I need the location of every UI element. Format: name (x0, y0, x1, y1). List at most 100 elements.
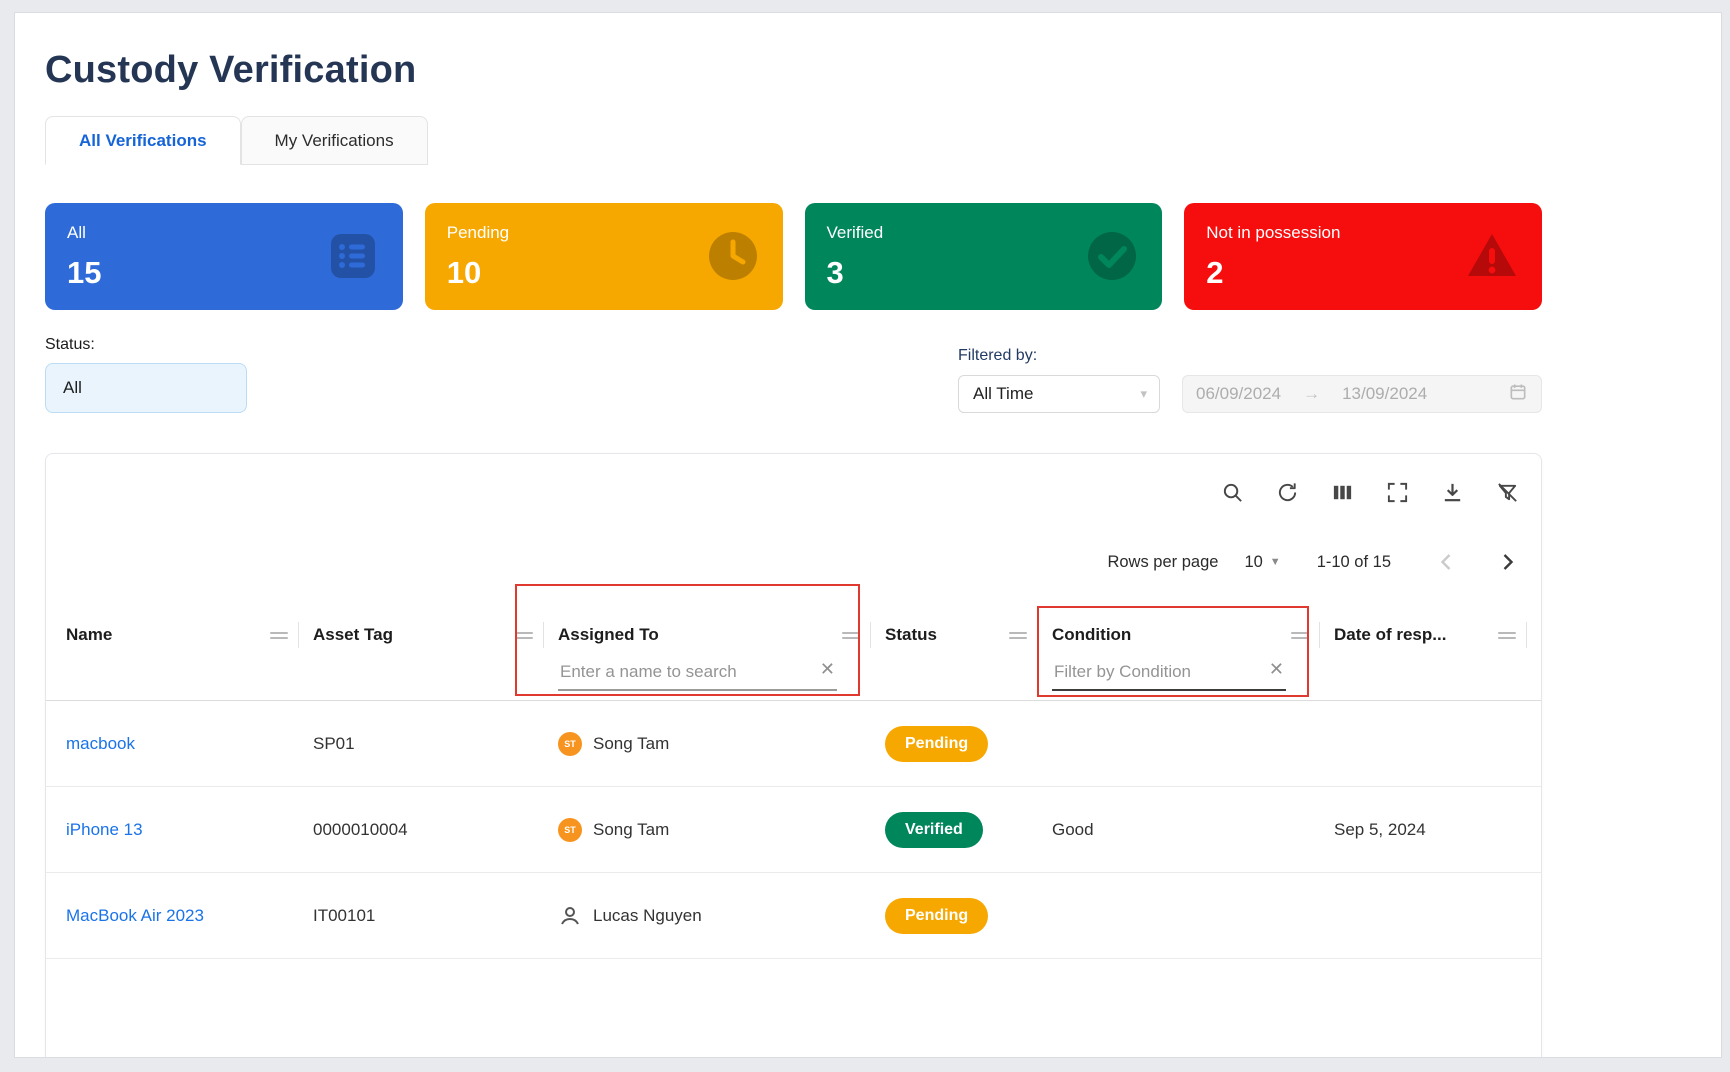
asset-name-link[interactable]: MacBook Air 2023 (66, 906, 204, 925)
time-filter-group: Filtered by: All Time ▾ 06/09/2024 → 13/… (958, 347, 1542, 413)
table-row[interactable]: macbook SP01 ST Song Tam Pending (46, 701, 1541, 787)
rows-per-page-value: 10 (1244, 553, 1262, 572)
time-range-value: All Time (973, 384, 1033, 404)
table-toolbar (46, 474, 1541, 510)
drag-handle-icon[interactable] (515, 629, 533, 642)
cell-status: Pending (885, 898, 1052, 934)
caret-down-icon: ▼ (1270, 556, 1281, 568)
cell-asset-tag: SP01 (313, 734, 558, 754)
time-range-select[interactable]: All Time ▾ (958, 375, 1160, 413)
cell-asset-tag: IT00101 (313, 906, 558, 926)
column-header-assigned-to: Assigned To ✕ (558, 606, 885, 700)
filter-off-icon[interactable] (1496, 481, 1519, 504)
column-separator[interactable] (870, 622, 871, 648)
date-from: 06/09/2024 (1196, 384, 1281, 404)
cell-condition: Good (1052, 820, 1334, 840)
check-circle-icon (1084, 228, 1142, 286)
column-label: Condition (1052, 625, 1131, 645)
column-label: Assigned To (558, 625, 659, 645)
fullscreen-icon[interactable] (1386, 481, 1409, 504)
filtered-by-label: Filtered by: (958, 347, 1542, 365)
asset-name-link[interactable]: iPhone 13 (66, 820, 143, 839)
pagination-range: 1-10 of 15 (1317, 553, 1391, 572)
drag-handle-icon[interactable] (1009, 629, 1027, 642)
tab-label: My Verifications (275, 131, 394, 151)
condition-filter-input[interactable] (1052, 660, 1286, 691)
column-label: Date of resp... (1334, 625, 1446, 645)
column-header-date: Date of resp... (1334, 606, 1541, 700)
tab-all-verifications[interactable]: All Verifications (45, 116, 241, 165)
cell-name: iPhone 13 (66, 820, 313, 840)
cell-date: Sep 5, 2024 (1334, 820, 1541, 840)
stat-cards: All 15 Pending 10 (45, 203, 1542, 310)
date-to: 13/09/2024 (1342, 384, 1427, 404)
column-label: Asset Tag (313, 625, 393, 645)
tabs-bar: All Verifications My Verifications (45, 116, 1542, 165)
columns-icon[interactable] (1331, 481, 1354, 504)
status-badge: Pending (885, 726, 988, 762)
column-header-status: Status (885, 606, 1052, 700)
column-separator[interactable] (543, 622, 544, 648)
list-icon (325, 228, 383, 286)
cell-status: Pending (885, 726, 1052, 762)
cell-name: macbook (66, 734, 313, 754)
assignee-name: Lucas Nguyen (593, 906, 702, 926)
status-badge: Pending (885, 898, 988, 934)
chevron-down-icon: ▾ (1140, 386, 1147, 402)
column-header-asset-tag: Asset Tag (313, 606, 558, 700)
assigned-to-filter: ✕ (558, 660, 837, 691)
page-title: Custody Verification (45, 49, 1542, 92)
tab-my-verifications[interactable]: My Verifications (241, 116, 428, 165)
status-filter-label: Status: (45, 336, 247, 354)
tab-label: All Verifications (79, 131, 207, 151)
status-badge: Verified (885, 812, 983, 848)
stat-card[interactable]: All 15 (45, 203, 403, 310)
column-separator[interactable] (1319, 622, 1320, 648)
column-separator[interactable] (1037, 622, 1038, 648)
person-icon (558, 904, 582, 928)
stat-card[interactable]: Not in possession 2 (1184, 203, 1542, 310)
table-body: macbook SP01 ST Song Tam Pending iPhone … (46, 701, 1541, 959)
cell-assigned-to: Lucas Nguyen (558, 904, 885, 928)
assigned-to-filter-input[interactable] (558, 660, 837, 691)
assignee-avatar: ST (558, 818, 582, 842)
date-range-picker[interactable]: 06/09/2024 → 13/09/2024 (1182, 375, 1542, 413)
column-label: Name (66, 625, 112, 645)
app-window: Custody Verification All Verifications M… (14, 12, 1722, 1058)
rows-per-page-select[interactable]: 10 ▼ (1244, 553, 1280, 572)
filter-bar: Status: All Filtered by: All Time ▾ 06/0… (45, 336, 1542, 413)
previous-page-icon[interactable] (1435, 550, 1459, 574)
asset-name-link[interactable]: macbook (66, 734, 135, 753)
status-select[interactable]: All (45, 363, 247, 413)
cell-name: MacBook Air 2023 (66, 906, 313, 926)
assignee-name: Song Tam (593, 734, 669, 754)
drag-handle-icon[interactable] (270, 629, 288, 642)
table-row[interactable]: iPhone 13 0000010004 ST Song Tam Verifie… (46, 787, 1541, 873)
download-icon[interactable] (1441, 481, 1464, 504)
column-separator[interactable] (298, 622, 299, 648)
assignee-name: Song Tam (593, 820, 669, 840)
search-icon[interactable] (1221, 481, 1244, 504)
drag-handle-icon[interactable] (842, 629, 860, 642)
stat-card[interactable]: Pending 10 (425, 203, 783, 310)
status-select-value: All (63, 378, 82, 398)
stat-card[interactable]: Verified 3 (805, 203, 1163, 310)
next-page-icon[interactable] (1495, 550, 1519, 574)
drag-handle-icon[interactable] (1498, 629, 1516, 642)
verification-table: Rows per page 10 ▼ 1-10 of 15 Name (45, 453, 1542, 1058)
calendar-icon (1508, 382, 1528, 407)
drag-handle-icon[interactable] (1291, 629, 1309, 642)
status-filter-group: Status: All (45, 336, 247, 413)
cell-assigned-to: ST Song Tam (558, 732, 885, 756)
clear-filter-icon[interactable]: ✕ (1269, 660, 1284, 678)
cell-status: Verified (885, 812, 1052, 848)
table-row[interactable]: MacBook Air 2023 IT00101 Lucas Nguyen Pe… (46, 873, 1541, 959)
column-separator[interactable] (1526, 622, 1527, 648)
table-header-row: Name Asset Tag Assigned To (46, 606, 1541, 701)
refresh-icon[interactable] (1276, 481, 1299, 504)
warning-icon (1464, 228, 1522, 286)
rows-per-page-label: Rows per page (1107, 553, 1218, 572)
clear-filter-icon[interactable]: ✕ (820, 660, 835, 678)
column-header-name: Name (66, 606, 313, 700)
assignee-avatar: ST (558, 732, 582, 756)
